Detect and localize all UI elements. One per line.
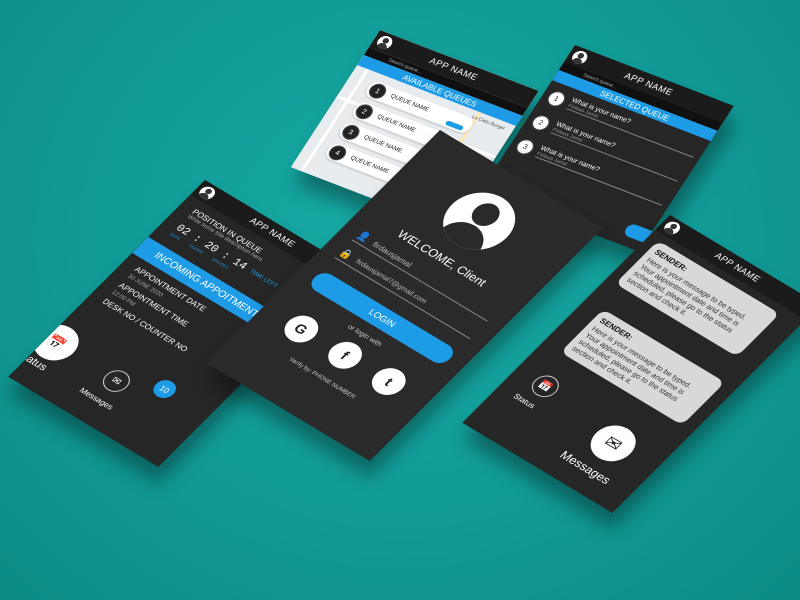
google-icon: G [290,320,312,338]
envelope-icon: ✉ [108,374,125,388]
facebook-login-button[interactable]: f [321,336,369,374]
join-queue-button[interactable] [444,120,465,131]
avatar [428,181,530,261]
avatar-icon[interactable] [374,34,396,52]
avatar-icon[interactable] [196,184,219,202]
facebook-icon: f [337,348,353,363]
queue-number: 4 [325,143,350,163]
calendar-icon: 📅 [43,331,70,353]
queue-number: 1 [365,81,390,101]
avatar-icon[interactable] [661,219,684,237]
question-number: 1 [544,89,569,109]
avatar-icon[interactable] [569,49,591,67]
messages-nav-button[interactable]: ✉ [581,418,645,469]
queue-number: 3 [338,122,363,143]
calendar-icon: 📅 [536,379,555,394]
status-nav-label: Status [511,391,538,411]
question-number: 3 [513,137,538,157]
question-number: 2 [528,113,553,133]
queue-name: QUEUE NAME [375,114,417,134]
user-icon: 👤 [353,230,373,245]
envelope-icon: ✉ [599,431,628,455]
desk-number-badge: 10 [148,376,181,402]
lock-icon: 🔒 [336,247,356,262]
messages-nav-button[interactable]: ✉ [97,366,136,397]
status-nav-button[interactable]: 📅 [526,371,565,402]
twitter-login-button[interactable]: t [365,363,413,401]
queue-name: QUEUE NAME [362,134,404,155]
google-login-button[interactable]: G [277,310,325,348]
twitter-icon: t [381,374,397,389]
queue-name: QUEUE NAME [388,93,430,114]
queue-name: QUEUE NAME [348,155,390,175]
queue-number: 2 [352,102,377,122]
